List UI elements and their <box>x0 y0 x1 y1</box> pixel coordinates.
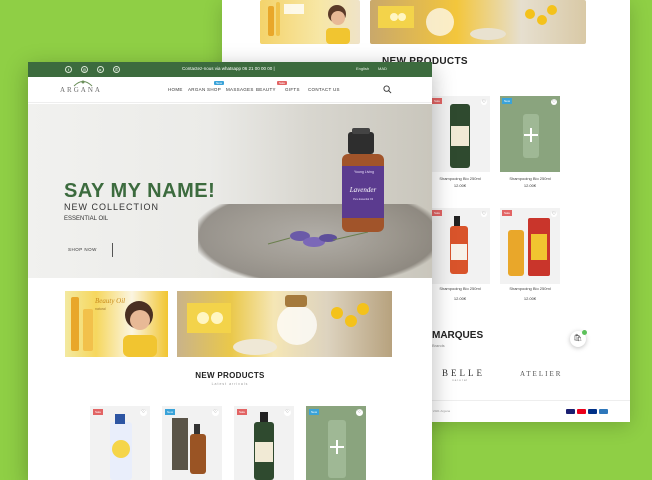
facebook-icon[interactable]: f <box>65 66 72 73</box>
product-name[interactable]: Shampooing Bio 250ml <box>430 286 490 291</box>
product-cap <box>115 414 125 424</box>
nav-massages[interactable]: MASSAGES <box>226 87 254 92</box>
promo-banner-model[interactable]: Beauty Oil natural <box>65 291 168 357</box>
product-price: 12.00€ <box>523 183 537 188</box>
product-card[interactable]: New ♡ <box>162 406 222 480</box>
cart-icon: 🛍 <box>573 335 583 342</box>
hero-banner: Young Living Lavender Pure Essential Oil… <box>28 104 432 278</box>
nav-contact-us[interactable]: CONTACT US <box>308 87 340 92</box>
product-price: 12.00€ <box>453 296 467 301</box>
heart-icon[interactable]: ♡ <box>551 211 557 217</box>
hero-headline: SAY MY NAME! <box>64 180 216 202</box>
promo-title: Beauty Oil <box>95 297 126 305</box>
shop-now-button[interactable]: SHOP NOW <box>68 243 113 257</box>
heart-icon[interactable]: ♡ <box>551 99 557 105</box>
product-card[interactable]: New ♡ <box>500 96 560 172</box>
mastercard-icon <box>577 409 586 414</box>
search-icon[interactable] <box>383 85 392 94</box>
sale-badge: Sale <box>93 409 104 415</box>
product-label <box>451 126 469 146</box>
product-card[interactable]: Sale ♡ <box>90 406 150 480</box>
product-card[interactable]: New ♡ <box>306 406 366 480</box>
visa-icon <box>566 409 575 414</box>
sale-badge: Sale <box>432 210 443 216</box>
product-name[interactable]: Shampooing Bio 250ml <box>500 286 560 291</box>
new-badge: New <box>502 98 513 104</box>
new-badge: New <box>214 81 225 85</box>
plus-icon <box>524 134 538 136</box>
language-selector[interactable]: English <box>356 66 369 71</box>
sale-badge: Sale <box>237 409 248 415</box>
new-products-title: NEW PRODUCTS <box>195 371 265 380</box>
product-name[interactable]: Shampooing Bio 250ml <box>430 176 490 181</box>
site-logo[interactable]: ARGANA <box>60 86 102 94</box>
product-card[interactable]: Sale ♡ <box>430 208 490 284</box>
floating-cart-button[interactable]: 🛍 <box>570 330 587 347</box>
amex-icon <box>599 409 608 414</box>
promo-banner-products[interactable] <box>177 291 392 357</box>
promo-image-products[interactable] <box>370 0 586 44</box>
instagram-icon[interactable]: ◎ <box>81 66 88 73</box>
product-label <box>531 234 547 260</box>
sale-badge: Sale <box>432 98 443 104</box>
product-cap <box>194 424 200 434</box>
currency-selector[interactable]: MAD <box>378 66 387 71</box>
new-badge: New <box>309 409 320 415</box>
product-label <box>112 440 130 458</box>
contact-text: Contactez-nous via whatsapp 06 21 00 00 … <box>182 66 275 71</box>
paypal-icon <box>588 409 597 414</box>
bottle-brand: Young Living <box>354 170 374 174</box>
heart-icon[interactable]: ♡ <box>481 211 487 217</box>
product-card[interactable]: Sale ♡ <box>430 96 490 172</box>
brand-logo-belle[interactable]: BELLE <box>442 368 485 378</box>
product-card[interactable]: Sale ♡ <box>500 208 560 284</box>
copyright-text: © 2021 Argana <box>430 409 451 413</box>
product-box <box>172 418 188 470</box>
product-cap <box>260 412 268 422</box>
promo-subtitle: natural <box>95 307 106 311</box>
heart-icon[interactable]: ♡ <box>140 409 147 416</box>
product-image <box>454 216 460 226</box>
product-image <box>190 434 206 474</box>
new-products-subtitle: Latest arrivals <box>211 382 249 386</box>
brand-logo-belle-sub: natural <box>452 378 469 382</box>
front-page-preview: f ◎ ▸ ✆ Contactez-nous via whatsapp 06 2… <box>28 62 432 480</box>
heart-icon[interactable]: ♡ <box>356 409 363 416</box>
hero-subheadline: NEW COLLECTION <box>64 202 160 212</box>
sale-badge: Sale <box>277 81 288 85</box>
sale-badge: Sale <box>502 210 513 216</box>
bottle-sub: Pure Essential Oil <box>353 198 373 201</box>
product-price: 12.00€ <box>523 296 537 301</box>
product-label <box>451 244 467 260</box>
heart-icon[interactable]: ♡ <box>284 409 291 416</box>
new-badge: New <box>165 409 176 415</box>
brands-subtitle: Brands <box>432 343 445 348</box>
product-label <box>255 442 273 462</box>
promo-image-model[interactable] <box>260 0 360 44</box>
bottle-label: Lavender <box>349 186 377 194</box>
brand-logo-atelier[interactable]: ATELIER <box>520 370 562 378</box>
whatsapp-icon[interactable]: ✆ <box>113 66 120 73</box>
top-bar: f ◎ ▸ ✆ Contactez-nous via whatsapp 06 2… <box>28 62 432 77</box>
heart-icon[interactable]: ♡ <box>481 99 487 105</box>
heart-icon[interactable]: ♡ <box>212 409 219 416</box>
brands-title: MARQUES <box>432 330 484 341</box>
plus-icon <box>330 446 344 448</box>
product-price: 12.00€ <box>453 183 467 188</box>
hero-tagline: ESSENTIAL OIL <box>64 216 109 222</box>
product-image <box>508 230 524 276</box>
nav-home[interactable]: HOME <box>168 87 183 92</box>
product-card[interactable]: Sale ♡ <box>234 406 294 480</box>
cart-notification-dot <box>582 330 587 335</box>
main-navbar: ARGANA HOME ARGAN SHOP New MASSAGES BEAU… <box>28 77 432 103</box>
nav-beauty[interactable]: BEAUTY <box>256 87 276 92</box>
youtube-icon[interactable]: ▸ <box>97 66 104 73</box>
nav-argan-shop[interactable]: ARGAN SHOP <box>188 87 221 92</box>
product-name[interactable]: Shampooing Bio 250ml <box>500 176 560 181</box>
nav-gifts[interactable]: GIFTS <box>285 87 300 92</box>
